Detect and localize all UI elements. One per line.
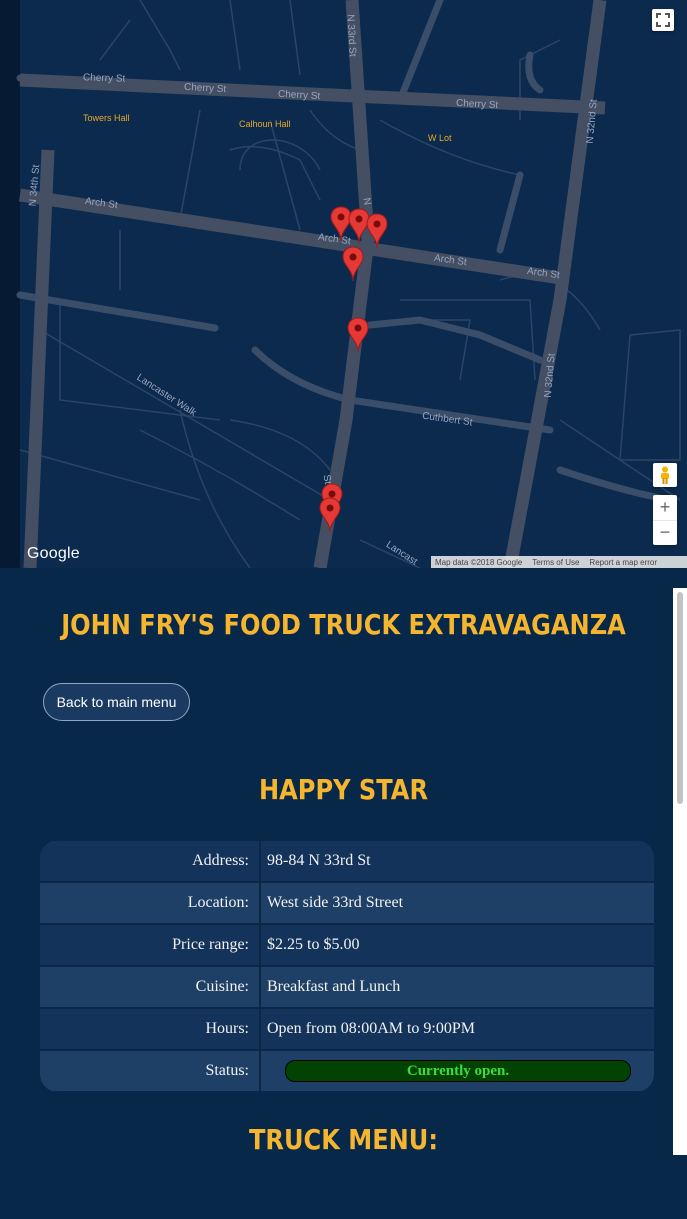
map-marker-icon[interactable] bbox=[347, 317, 369, 353]
street-label: Cherry St bbox=[82, 72, 126, 85]
table-row: Status: Currently open. bbox=[40, 1050, 654, 1092]
pegman-icon bbox=[661, 466, 669, 484]
scrollbar-thumb[interactable] bbox=[677, 592, 683, 804]
poi-label: W Lot bbox=[428, 133, 452, 143]
cuisine-value: Breakfast and Lunch bbox=[261, 966, 654, 1008]
price-range-value: $2.25 to $5.00 bbox=[261, 924, 654, 966]
fullscreen-button[interactable] bbox=[652, 9, 674, 31]
address-label: Address: bbox=[40, 840, 261, 882]
map[interactable]: Cherry St Cherry St Cherry St Cherry St … bbox=[0, 0, 687, 568]
map-marker-icon[interactable] bbox=[319, 497, 341, 533]
table-row: Address: 98-84 N 33rd St bbox=[40, 840, 654, 882]
page-title: JOHN FRY'S FOOD TRUCK EXTRAVAGANZA bbox=[61, 608, 626, 641]
street-label: Cherry St bbox=[183, 81, 227, 96]
table-row: Cuisine: Breakfast and Lunch bbox=[40, 966, 654, 1008]
poi-label: Towers Hall bbox=[83, 113, 130, 123]
price-range-label: Price range: bbox=[40, 924, 261, 966]
map-data-text: Map data ©2018 Google bbox=[435, 557, 523, 567]
address-value: 98-84 N 33rd St bbox=[261, 840, 654, 882]
truck-info-table: Address: 98-84 N 33rd St Location: West … bbox=[40, 840, 654, 1092]
map-marker-icon[interactable] bbox=[342, 246, 364, 282]
zoom-out-button[interactable]: − bbox=[653, 521, 677, 546]
truck-name-heading: HAPPY STAR bbox=[259, 773, 428, 806]
truck-menu-heading: TRUCK MENU: bbox=[249, 1123, 438, 1156]
poi-label: Calhoun Hall bbox=[239, 119, 291, 129]
fullscreen-icon bbox=[656, 13, 670, 27]
table-row: Hours: Open from 08:00AM to 9:00PM bbox=[40, 1008, 654, 1050]
report-error-link[interactable]: Report a map error bbox=[589, 558, 657, 567]
cuisine-label: Cuisine: bbox=[40, 966, 261, 1008]
zoom-control: + − bbox=[653, 495, 677, 545]
location-value: West side 33rd Street bbox=[261, 882, 654, 924]
status-badge: Currently open. bbox=[285, 1060, 631, 1082]
status-label: Status: bbox=[40, 1050, 261, 1092]
status-cell: Currently open. bbox=[261, 1050, 654, 1092]
hours-label: Hours: bbox=[40, 1008, 261, 1050]
street-view-button[interactable] bbox=[653, 463, 677, 487]
street-label: Cherry St bbox=[455, 97, 499, 112]
table-row: Location: West side 33rd Street bbox=[40, 882, 654, 924]
hours-value: Open from 08:00AM to 9:00PM bbox=[261, 1008, 654, 1050]
table-row: Price range: $2.25 to $5.00 bbox=[40, 924, 654, 966]
back-to-menu-button[interactable]: Back to main menu bbox=[43, 683, 190, 721]
street-label: Cherry St bbox=[277, 88, 321, 103]
map-footer: Map data ©2018 Google Terms of Use Repor… bbox=[431, 556, 687, 568]
google-logo[interactable]: Google bbox=[27, 545, 80, 563]
terms-link[interactable]: Terms of Use bbox=[532, 558, 579, 567]
map-roads bbox=[0, 0, 681, 568]
zoom-in-button[interactable]: + bbox=[653, 495, 677, 521]
scrollbar[interactable] bbox=[673, 588, 687, 1155]
map-marker-icon[interactable] bbox=[366, 213, 388, 249]
street-label: N 33rd St bbox=[344, 14, 358, 57]
location-label: Location: bbox=[40, 882, 261, 924]
